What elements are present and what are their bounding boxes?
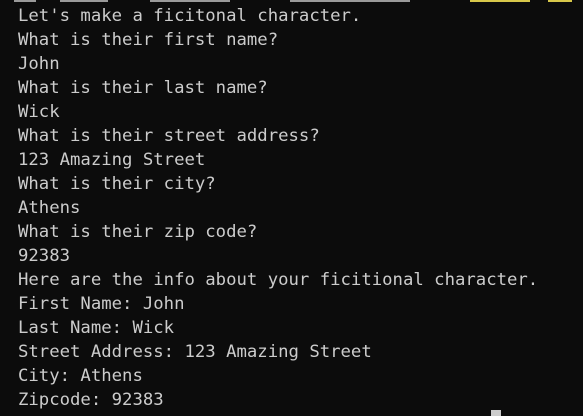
input-zip-code: 92383 xyxy=(18,246,71,266)
output-last-name: Last Name: Wick xyxy=(18,318,175,338)
prompt-zip-code: What is their zip code? xyxy=(18,222,258,242)
cutoff-text-fragment xyxy=(290,0,410,2)
terminal-window[interactable]: Let's make a ficitonal character. What i… xyxy=(0,0,583,416)
input-first-name: John xyxy=(18,54,60,74)
output-line-intro: Let's make a ficitonal character. xyxy=(18,6,362,26)
output-street-address: Street Address: 123 Amazing Street xyxy=(18,342,372,362)
output-city: City: Athens xyxy=(18,366,143,386)
input-street-address: 123 Amazing Street xyxy=(18,150,206,170)
cutoff-text-fragment xyxy=(14,0,36,2)
output-zipcode: Zipcode: 92383 xyxy=(18,390,164,410)
cutoff-text-fragment xyxy=(548,0,572,2)
prompt-last-name: What is their last name? xyxy=(18,78,268,98)
input-city: Athens xyxy=(18,198,81,218)
output-first-name: First Name: John xyxy=(18,294,185,314)
output-summary-heading: Here are the info about your ficitional … xyxy=(18,270,539,290)
cutoff-text-fragment xyxy=(60,0,108,2)
prompt-street-address: What is their street address? xyxy=(18,126,320,146)
text-cursor xyxy=(491,410,501,416)
terminal-output: Let's make a ficitonal character. What i… xyxy=(18,4,538,412)
input-last-name: Wick xyxy=(18,102,60,122)
cutoff-text-fragment xyxy=(470,0,530,2)
prompt-first-name: What is their first name? xyxy=(18,30,279,50)
prompt-city: What is their city? xyxy=(18,174,216,194)
cutoff-text-fragment xyxy=(150,0,230,2)
